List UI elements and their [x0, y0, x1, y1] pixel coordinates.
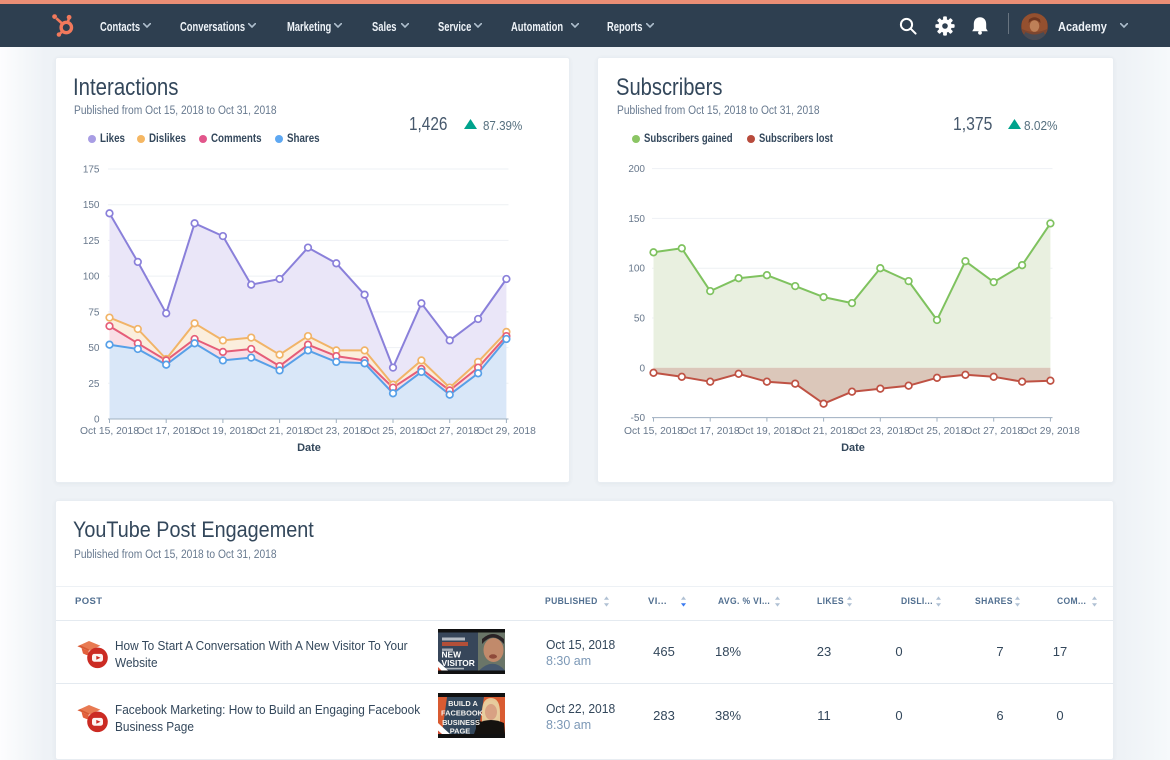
- svg-text:Oct 17, 2018: Oct 17, 2018: [681, 426, 740, 437]
- svg-text:25: 25: [88, 379, 100, 390]
- svg-text:Oct 17, 2018: Oct 17, 2018: [137, 426, 196, 437]
- svg-text:Oct 15, 2018: Oct 15, 2018: [80, 426, 139, 437]
- svg-text:Oct 25, 2018: Oct 25, 2018: [364, 426, 423, 437]
- svg-text:Date: Date: [841, 442, 865, 454]
- svg-text:Oct 25, 2018: Oct 25, 2018: [908, 426, 967, 437]
- svg-text:150: 150: [83, 200, 100, 211]
- svg-text:Oct 15, 2018: Oct 15, 2018: [624, 426, 683, 437]
- svg-text:50: 50: [634, 314, 646, 325]
- svg-text:0: 0: [94, 415, 100, 426]
- svg-text:Oct 21, 2018: Oct 21, 2018: [250, 426, 309, 437]
- svg-text:Date: Date: [297, 442, 321, 454]
- svg-text:Oct 27, 2018: Oct 27, 2018: [420, 426, 479, 437]
- svg-text:VISITOR: VISITOR: [442, 658, 475, 668]
- svg-text:Oct 27, 2018: Oct 27, 2018: [964, 426, 1023, 437]
- svg-text:FACEBOOK: FACEBOOK: [441, 709, 484, 718]
- svg-text:PAGE: PAGE: [450, 727, 470, 736]
- svg-text:Oct 21, 2018: Oct 21, 2018: [794, 426, 853, 437]
- svg-text:125: 125: [83, 236, 100, 247]
- svg-text:BUILD A: BUILD A: [448, 699, 478, 708]
- svg-text:50: 50: [88, 343, 100, 354]
- svg-text:75: 75: [88, 307, 100, 318]
- svg-text:175: 175: [83, 165, 100, 176]
- svg-text:Oct 23, 2018: Oct 23, 2018: [851, 426, 910, 437]
- svg-text:Oct 19, 2018: Oct 19, 2018: [193, 426, 252, 437]
- svg-text:Oct 23, 2018: Oct 23, 2018: [307, 426, 366, 437]
- svg-text:0: 0: [639, 363, 645, 374]
- svg-text:Oct 29, 2018: Oct 29, 2018: [1021, 426, 1080, 437]
- svg-text:100: 100: [83, 272, 100, 283]
- svg-text:Oct 29, 2018: Oct 29, 2018: [477, 426, 536, 437]
- svg-text:200: 200: [628, 164, 645, 175]
- svg-text:150: 150: [628, 214, 645, 225]
- svg-text:Oct 19, 2018: Oct 19, 2018: [737, 426, 796, 437]
- svg-text:100: 100: [628, 264, 645, 275]
- svg-text:-50: -50: [631, 413, 646, 424]
